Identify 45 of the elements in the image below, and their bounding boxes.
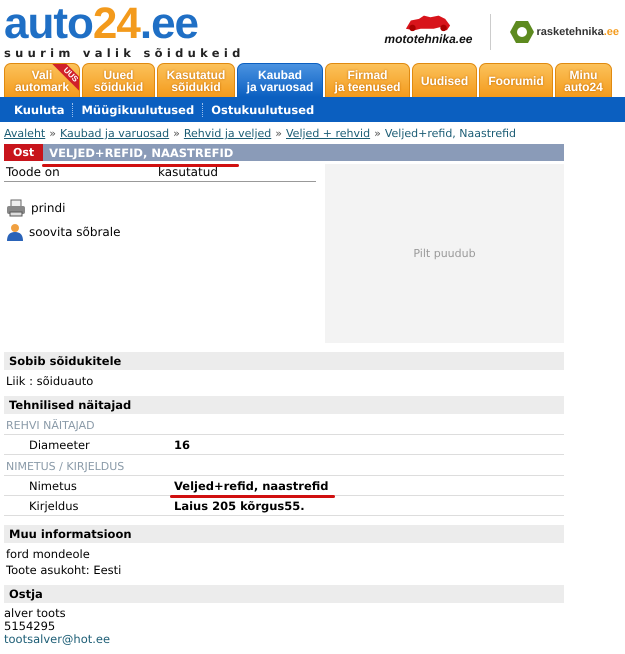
group-heading: NIMETUS / KIRJELDUS — [4, 455, 564, 476]
breadcrumb-separator: » — [275, 127, 282, 142]
info-text: ford mondeole — [5, 546, 91, 560]
spec-value: 16 — [174, 438, 190, 452]
subnav-link[interactable]: Müügikuulutused — [81, 102, 194, 116]
section-header: Ostja — [4, 585, 564, 603]
spec-label: Kirjeldus — [29, 499, 80, 513]
contact-text: alver toots — [4, 607, 67, 620]
partner-logo[interactable]: rasketehnika.ee — [509, 20, 619, 44]
nav-tab[interactable]: Kaubad ja varuosad — [237, 63, 323, 97]
breadcrumb-separator: » — [49, 127, 56, 142]
field-value: kasutatud — [158, 165, 218, 179]
breadcrumb-separator: » — [173, 127, 180, 142]
field-label: Toode on — [6, 165, 61, 179]
placeholder-text: Pilt puudub — [413, 247, 476, 260]
info-text: Liik : sõiduauto — [5, 373, 94, 387]
printer-icon — [6, 199, 26, 217]
spec-value: Laius 205 kõrgus55. — [174, 499, 305, 513]
action-link[interactable]: soovita sõbrale — [4, 220, 316, 244]
breadcrumb-current: Veljed+refid, Naastrefid — [384, 127, 516, 142]
section-header: Tehnilised näitajad — [4, 396, 564, 414]
partner-logo[interactable]: mototehnika.ee — [384, 18, 472, 46]
breadcrumb-link[interactable]: Rehvid ja veljed — [184, 127, 272, 144]
action-link[interactable]: prindi — [4, 196, 316, 220]
breadcrumb-link[interactable]: Kaubad ja varuosad — [60, 127, 170, 144]
breadcrumb-separator: » — [374, 127, 381, 142]
breadcrumb-link[interactable]: Veljed + rehvid — [286, 127, 370, 144]
breadcrumb-link[interactable]: Avaleht — [4, 127, 46, 144]
subnav-link[interactable]: Ostukuulutused — [211, 102, 314, 116]
group-heading: REHVI NÄITAJAD — [4, 414, 564, 435]
contact-text: 5154295 — [4, 620, 56, 633]
spec-value: Veljed+refid, naastrefid — [174, 479, 328, 493]
info-text: Toote asukoht: Eesti — [5, 562, 122, 576]
tagline: suurim valik sõidukeid — [4, 46, 245, 60]
person-icon — [6, 223, 24, 241]
spec-label: Diameeter — [29, 438, 91, 452]
email-link[interactable]: tootsalver@hot.ee — [4, 632, 110, 646]
listing-title: VELJED+REFID, NAASTREFID — [48, 146, 234, 160]
site-logo[interactable]: auto24.ee — [4, 4, 245, 44]
spec-label: Nimetus — [29, 479, 78, 493]
section-header: Sobib sõidukitele — [4, 352, 564, 370]
section-header: Muu informatsioon — [4, 525, 564, 543]
subnav-link[interactable]: Kuuluta — [14, 102, 64, 116]
hex-nut-icon — [509, 20, 536, 44]
listing-type-badge: Ost — [4, 144, 44, 161]
